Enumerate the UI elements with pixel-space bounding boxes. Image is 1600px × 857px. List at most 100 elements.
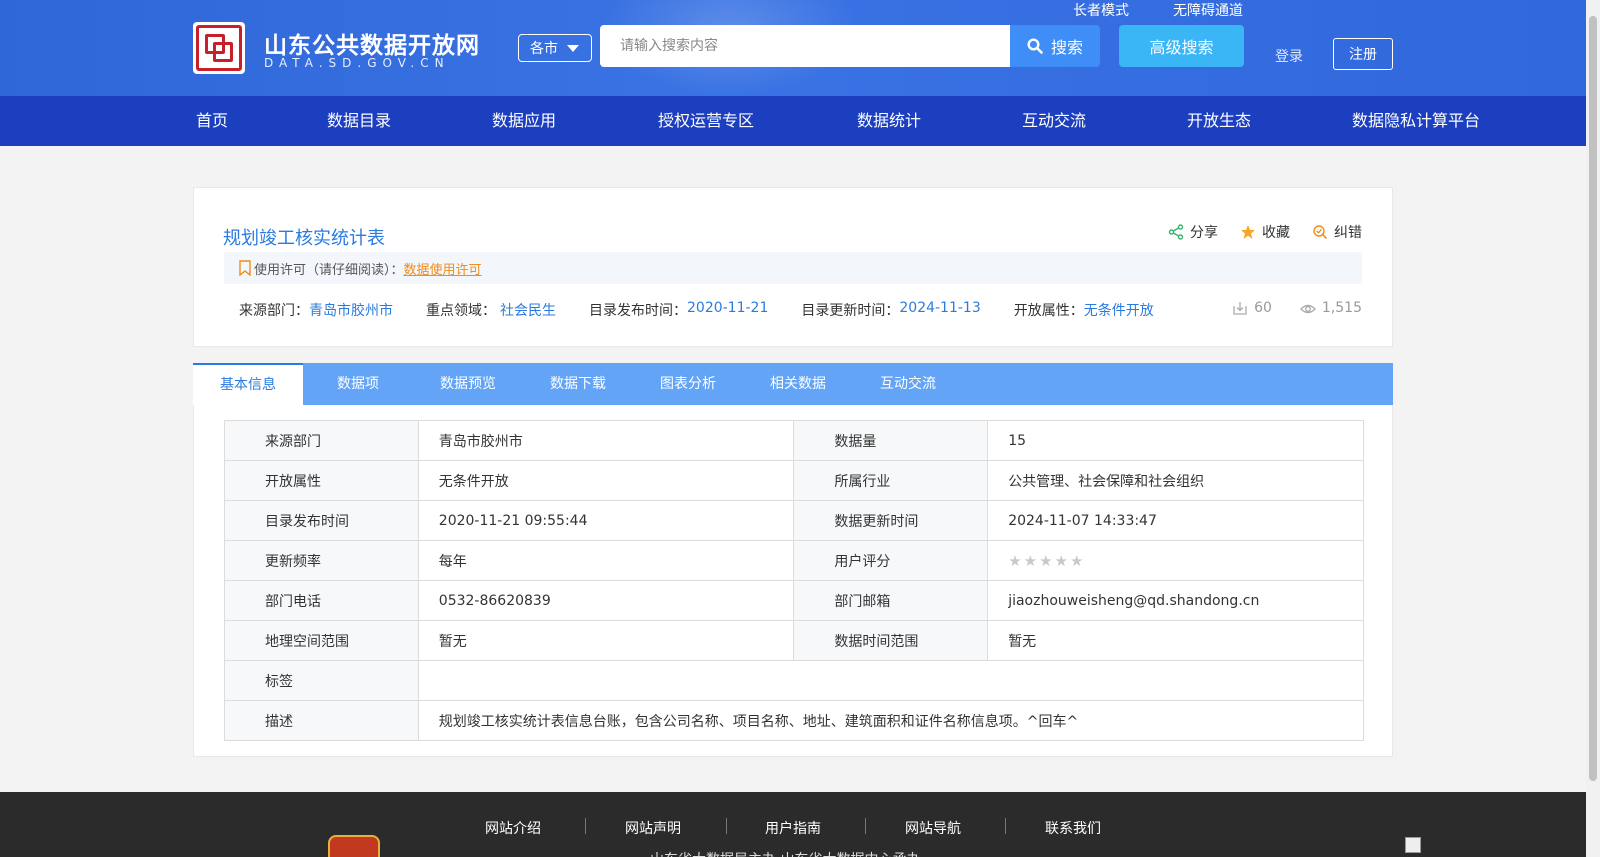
download-count: 60 [1232, 300, 1272, 316]
favorite-label: 收藏 [1262, 225, 1290, 241]
info-label: 地理空间范围 [224, 620, 419, 661]
footer-link-about[interactable]: 网站介绍 [485, 818, 541, 838]
meta-publish-value: 2020-11-21 [687, 300, 769, 316]
accessibility-link[interactable]: 无障碍通道 [1173, 0, 1243, 20]
site-title[interactable]: 山东公共数据开放网 [264, 26, 480, 60]
footer-sponsor-text: 山东省大数据局主办 山东省大数据中心承办 [650, 849, 920, 857]
nav-item-authorized[interactable]: 授权运营专区 [658, 96, 754, 146]
page-title: 规划竣工核实统计表 [223, 228, 385, 249]
view-count-value: 1,515 [1321, 300, 1362, 316]
meta-update-label: 目录更新时间： [801, 303, 900, 319]
license-bar: 使用许可（请仔细阅读）： 数据使用许可 [224, 252, 1362, 284]
table-row: 开放属性 无条件开放 所属行业 公共管理、社会保障和社会组织 [224, 460, 1364, 501]
meta-domain-value[interactable]: 社会民生 [500, 300, 556, 320]
tab-data-preview[interactable]: 数据预览 [413, 363, 523, 405]
city-select[interactable]: 各市 [518, 34, 592, 62]
search-button-label: 搜索 [1050, 38, 1083, 57]
eye-icon [1299, 304, 1316, 314]
login-link[interactable]: 登录 [1275, 46, 1303, 66]
city-select-value: 各市 [530, 41, 558, 57]
footer-divider [726, 818, 727, 834]
info-label: 用户评分 [793, 540, 989, 581]
info-label: 描述 [224, 700, 419, 741]
info-value: 暂无 [417, 620, 795, 661]
site-domain: DATA.SD.GOV.CN [264, 56, 450, 70]
basic-info-panel: 来源部门 青岛市胶州市 数据量 15 开放属性 无条件开放 所属行业 公共管理、… [193, 405, 1393, 757]
footer-emblem [328, 835, 380, 857]
meta-publish-label: 目录发布时间： [589, 303, 687, 319]
meta-update-value: 2024-11-13 [899, 300, 981, 316]
info-label: 数据量 [793, 420, 989, 461]
share-icon [1168, 224, 1184, 240]
info-label: 所属行业 [793, 460, 989, 501]
site-logo-seal[interactable] [193, 22, 245, 74]
download-icon [1233, 302, 1247, 315]
tab-chart-analysis[interactable]: 图表分析 [633, 363, 743, 405]
license-label: 使用许可（请仔细阅读）： [254, 262, 404, 278]
chevron-down-icon [567, 44, 579, 52]
info-value: jiaozhouweisheng@qd.shandong.cn [987, 580, 1364, 621]
nav-item-home[interactable]: 首页 [196, 96, 228, 146]
search-button[interactable]: 搜索 [1010, 25, 1100, 67]
info-value: 0532-86620839 [417, 580, 795, 621]
search-icon [1027, 38, 1043, 54]
share-label: 分享 [1190, 225, 1218, 241]
tab-basic-info[interactable]: 基本信息 [193, 363, 303, 405]
dataset-meta: 来源部门： 青岛市胶州市 重点领域： 社会民生 目录发布时间： 2020-11-… [239, 300, 1154, 320]
footer-link-sitemap[interactable]: 网站导航 [905, 818, 961, 838]
search-input[interactable] [600, 25, 1010, 67]
footer-link-guide[interactable]: 用户指南 [765, 818, 821, 838]
tab-data-download[interactable]: 数据下载 [523, 363, 633, 405]
favorite-button[interactable]: 收藏 [1240, 222, 1290, 242]
nav-item-interaction[interactable]: 互动交流 [1022, 96, 1086, 146]
dataset-counts: 60 1,515 [1232, 300, 1362, 316]
meta-domain-label: 重点领域： [426, 303, 496, 319]
info-label: 来源部门 [224, 420, 419, 461]
site-header: 山东公共数据开放网 DATA.SD.GOV.CN 各市 搜索 高级搜索 长者模式… [0, 0, 1586, 96]
download-count-value: 60 [1254, 300, 1272, 316]
view-count: 1,515 [1299, 300, 1362, 316]
footer-divider [865, 818, 866, 834]
table-row: 目录发布时间 2020-11-21 09:55:44 数据更新时间 2024-1… [224, 500, 1364, 541]
nav-item-catalog[interactable]: 数据目录 [327, 96, 391, 146]
share-button[interactable]: 分享 [1168, 222, 1218, 242]
footer-divider [585, 818, 586, 834]
footer-divider [1005, 818, 1006, 834]
elder-mode-link[interactable]: 长者模式 [1073, 0, 1129, 20]
user-rating[interactable]: ★★★★★ [987, 540, 1364, 581]
dataset-summary-card: 规划竣工核实统计表 分享 收藏 纠错 使用许可（请仔细阅读）： 数据使用许可 来… [193, 187, 1393, 347]
tab-interaction[interactable]: 互动交流 [853, 363, 963, 405]
basic-info-table: 来源部门 青岛市胶州市 数据量 15 开放属性 无条件开放 所属行业 公共管理、… [224, 420, 1365, 741]
star-icon [1241, 225, 1255, 239]
page-scrollbar[interactable] [1586, 0, 1600, 857]
tab-data-items[interactable]: 数据项 [303, 363, 413, 405]
rating-stars-icon[interactable]: ★★★★★ [1008, 552, 1085, 570]
info-label: 部门电话 [224, 580, 419, 621]
table-row: 标签 [224, 660, 1365, 701]
footer-link-statement[interactable]: 网站声明 [625, 818, 681, 838]
correct-button[interactable]: 纠错 [1312, 222, 1362, 242]
nav-item-privacy[interactable]: 数据隐私计算平台 [1352, 96, 1480, 146]
broken-image-icon [1405, 837, 1421, 853]
scrollbar-thumb[interactable] [1589, 16, 1597, 781]
table-row: 来源部门 青岛市胶州市 数据量 15 [224, 420, 1364, 461]
advanced-search-button[interactable]: 高级搜索 [1119, 25, 1244, 67]
info-value: 无条件开放 [417, 460, 795, 501]
detail-tabs: 基本信息 数据项 数据预览 数据下载 图表分析 相关数据 互动交流 [193, 363, 1393, 405]
meta-open-value: 无条件开放 [1083, 303, 1154, 319]
dataset-actions: 分享 收藏 纠错 [1168, 222, 1362, 242]
info-label: 数据时间范围 [793, 620, 989, 661]
license-link[interactable]: 数据使用许可 [404, 259, 482, 278]
info-label: 标签 [224, 660, 419, 701]
info-value: 公共管理、社会保障和社会组织 [987, 460, 1364, 501]
footer-link-contact[interactable]: 联系我们 [1045, 818, 1101, 838]
nav-item-ecosystem[interactable]: 开放生态 [1187, 96, 1251, 146]
register-button[interactable]: 注册 [1333, 38, 1393, 70]
meta-source-value[interactable]: 青岛市胶州市 [309, 300, 393, 320]
nav-item-apps[interactable]: 数据应用 [492, 96, 556, 146]
magnifier-check-icon [1313, 225, 1328, 240]
info-value: 每年 [417, 540, 795, 581]
nav-item-stats[interactable]: 数据统计 [857, 96, 921, 146]
meta-open-label: 开放属性： [1013, 303, 1084, 319]
tab-related-data[interactable]: 相关数据 [743, 363, 853, 405]
